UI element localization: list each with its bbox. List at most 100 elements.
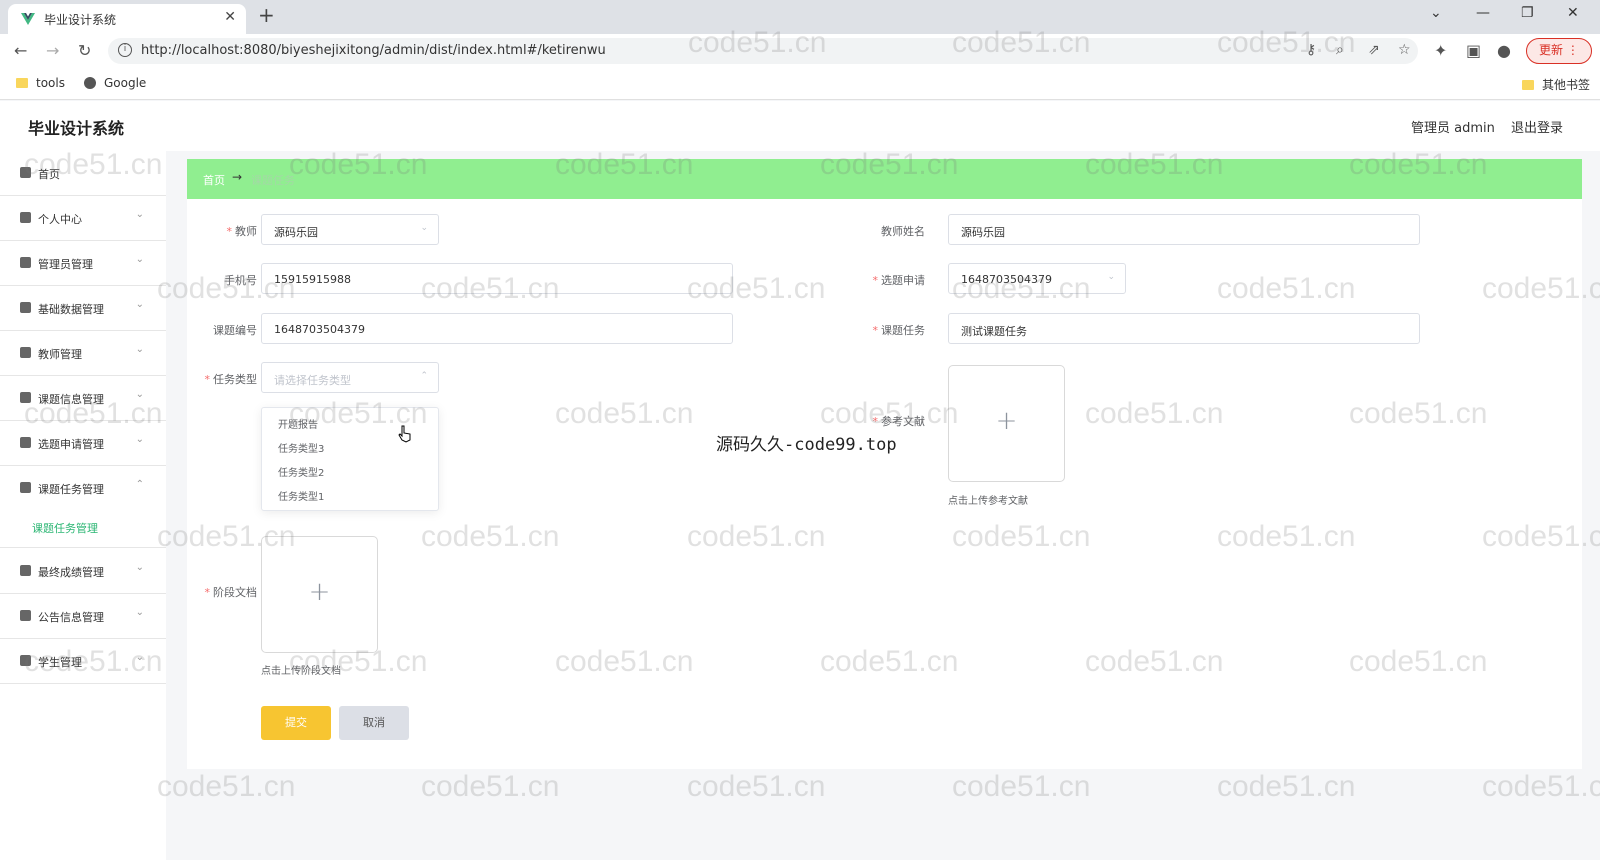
- breadcrumb-home[interactable]: 首页: [203, 172, 225, 188]
- star-icon[interactable]: ☆: [1398, 42, 1411, 58]
- app-header: 毕业设计系统 管理员 admin 退出登录: [0, 101, 1600, 151]
- task-type-select[interactable]: 请选择任务类型 ⌃: [261, 362, 439, 393]
- stage-doc-label: * 阶段文档: [204, 586, 258, 599]
- other-bookmarks[interactable]: 其他书签: [1522, 76, 1590, 93]
- sidepanel-icon[interactable]: ▣: [1466, 41, 1481, 60]
- apply-select[interactable]: 1648703504379 ⌄: [948, 263, 1126, 294]
- chevron-up-icon: ⌃: [420, 371, 428, 381]
- chevron-down-icon: ⌄: [420, 223, 428, 233]
- sidebar-item-topic-apply[interactable]: 选题申请管理 ⌄: [0, 421, 166, 466]
- watermark: code51.cn: [952, 770, 1091, 803]
- close-window-icon[interactable]: ✕: [1567, 5, 1579, 21]
- topic-task-label: * 课题任务: [872, 324, 926, 337]
- dropdown-option[interactable]: 任务类型2: [278, 464, 324, 479]
- id-card-icon: [20, 257, 31, 268]
- sidebar-item-label: 课题任务管理: [38, 483, 104, 496]
- sliders-icon: [20, 302, 31, 313]
- clipboard-icon: [20, 482, 31, 493]
- forward-icon[interactable]: →: [46, 41, 59, 60]
- folder-icon: [16, 78, 28, 88]
- bookmark-google[interactable]: Google: [84, 76, 146, 90]
- watermark: code51.cn: [687, 770, 826, 803]
- watermark: code51.cn: [421, 770, 560, 803]
- address-bar: ← → ↻ i http://localhost:8080/biyeshejix…: [0, 34, 1600, 68]
- chevron-up-icon: ⌃: [135, 479, 144, 490]
- sidebar-item-topic-task[interactable]: 课题任务管理 ⌃: [0, 466, 166, 511]
- chevron-down-icon: ⌄: [135, 344, 144, 355]
- teacher-name-field[interactable]: 源码乐园: [948, 214, 1420, 245]
- sidebar-item-basic-data[interactable]: 基础数据管理 ⌄: [0, 286, 166, 331]
- sidebar-item-final-score[interactable]: 最终成绩管理 ⌄: [0, 549, 166, 594]
- task-type-label: * 任务类型: [204, 373, 258, 386]
- submenu-item-topic-task[interactable]: 课题任务管理: [0, 508, 166, 548]
- close-tab-icon[interactable]: ✕: [224, 9, 236, 25]
- key-icon[interactable]: ⚷: [1306, 42, 1316, 58]
- sidebar-item-home[interactable]: 首页: [0, 151, 166, 196]
- stage-doc-upload[interactable]: +: [261, 536, 378, 653]
- printer-icon: [20, 392, 31, 403]
- teacher-label: * 教师: [226, 225, 258, 238]
- chevron-down-icon: ⌄: [1107, 272, 1115, 282]
- omnibox[interactable]: i http://localhost:8080/biyeshejixitong/…: [108, 38, 1418, 64]
- chevron-down-icon: ⌄: [135, 434, 144, 445]
- minimize-icon[interactable]: —: [1476, 5, 1490, 21]
- sidebar-item-topic-info[interactable]: 课题信息管理 ⌄: [0, 376, 166, 421]
- apply-label: * 选题申请: [872, 274, 926, 287]
- folder-icon: [1522, 80, 1534, 90]
- watermark: code51.cn: [157, 770, 296, 803]
- ref-doc-label: * 参考文献: [872, 415, 926, 428]
- dropdown-option[interactable]: 开题报告: [278, 416, 318, 431]
- chevron-down-icon: ⌄: [135, 389, 144, 400]
- browser-tab[interactable]: 毕业设计系统 ✕: [8, 4, 246, 34]
- update-button[interactable]: 更新 ⋮: [1526, 38, 1592, 64]
- extensions-icon[interactable]: ✦: [1434, 41, 1447, 60]
- submit-button[interactable]: 提交: [261, 706, 331, 740]
- stage-doc-tip: 点击上传阶段文档: [261, 666, 341, 677]
- ref-doc-upload[interactable]: +: [948, 365, 1065, 482]
- reload-icon[interactable]: ↻: [78, 41, 91, 60]
- phone-label: 手机号: [224, 274, 257, 287]
- profile-icon[interactable]: ●: [1497, 41, 1511, 60]
- sidebar-item-student[interactable]: 学生管理 ⌄: [0, 639, 166, 684]
- url-text[interactable]: http://localhost:8080/biyeshejixitong/ad…: [141, 43, 606, 58]
- topic-no-field[interactable]: 1648703504379: [261, 313, 733, 344]
- watermark: code51.cn: [1482, 770, 1600, 803]
- sidebar-item-label: 首页: [38, 168, 60, 181]
- chevron-down-icon[interactable]: ⌄: [1430, 5, 1442, 21]
- chevron-down-icon: ⌄: [135, 254, 144, 265]
- sidebar-item-label: 个人中心: [38, 213, 82, 226]
- overlay-text: 源码久久-code99.top: [716, 435, 897, 455]
- cancel-button[interactable]: 取消: [339, 706, 409, 740]
- dropdown-option[interactable]: 任务类型1: [278, 488, 324, 503]
- restore-icon[interactable]: ❐: [1521, 5, 1534, 21]
- teacher-select[interactable]: 源码乐园 ⌄: [261, 214, 439, 245]
- sidebar-item-notice[interactable]: 公告信息管理 ⌄: [0, 594, 166, 639]
- zoom-icon[interactable]: ⌕: [1336, 42, 1344, 58]
- graduation-cap-icon: [20, 655, 31, 666]
- dropdown-option[interactable]: 任务类型3: [278, 440, 324, 455]
- sidebar-item-label: 课题信息管理: [38, 393, 104, 406]
- topic-task-field[interactable]: 测试课题任务: [948, 313, 1420, 344]
- breadcrumb-current: 课题任务: [251, 174, 295, 187]
- breadcrumb: 首页 → 课题任务: [187, 159, 1582, 199]
- main-card: 首页 → 课题任务 * 教师 源码乐园 ⌄ 教师姓名 源码乐园 手机号 15915…: [187, 159, 1582, 769]
- share-icon[interactable]: ⇗: [1368, 42, 1380, 58]
- sidebar-item-label: 公告信息管理: [38, 611, 104, 624]
- sidebar-item-label: 最终成绩管理: [38, 566, 104, 579]
- watermark: code51.cn: [1217, 770, 1356, 803]
- chevron-down-icon: ⌄: [135, 299, 144, 310]
- info-icon[interactable]: i: [118, 43, 132, 57]
- phone-field[interactable]: 15915915988: [261, 263, 733, 294]
- vue-logo-icon: [21, 13, 35, 25]
- sidebar-item-teacher[interactable]: 教师管理 ⌄: [0, 331, 166, 376]
- sidebar-item-personal[interactable]: 个人中心 ⌄: [0, 196, 166, 241]
- globe-icon: [84, 77, 96, 89]
- new-tab-icon[interactable]: +: [258, 3, 275, 27]
- plus-icon: +: [308, 577, 331, 607]
- sidebar-item-label: 管理员管理: [38, 258, 93, 271]
- sidebar-item-admin[interactable]: 管理员管理 ⌄: [0, 241, 166, 286]
- bookmark-tools[interactable]: tools: [16, 76, 65, 90]
- back-icon[interactable]: ←: [14, 41, 27, 60]
- logout-link[interactable]: 退出登录: [1511, 117, 1563, 136]
- hand-cursor-icon: [398, 425, 411, 443]
